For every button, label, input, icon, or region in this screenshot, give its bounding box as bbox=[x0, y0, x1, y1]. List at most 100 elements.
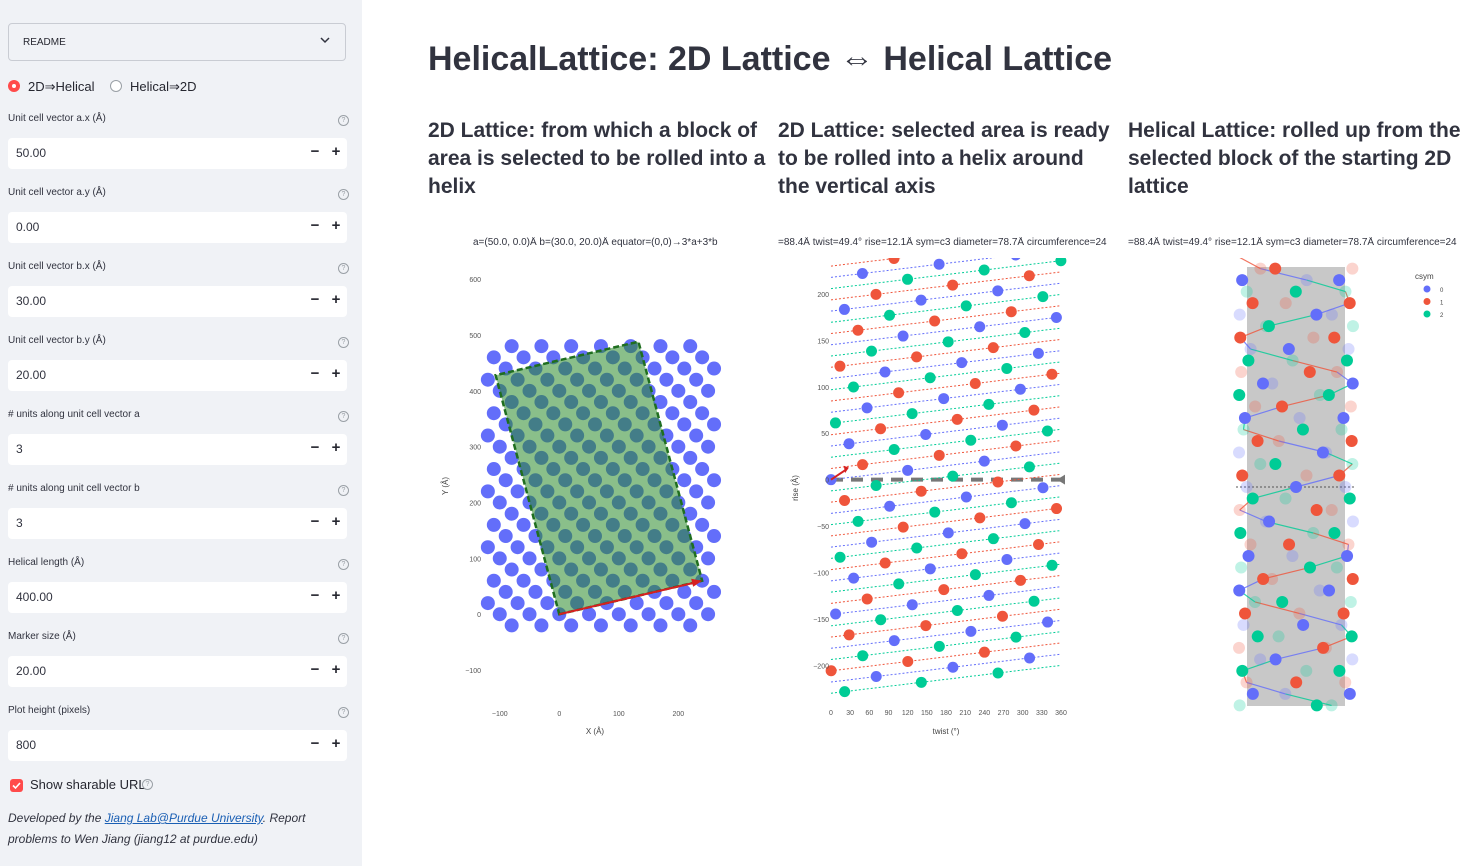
subunit-point bbox=[974, 321, 986, 333]
number-input[interactable]: 400.00 − + bbox=[8, 582, 347, 613]
subunit-point bbox=[1233, 641, 1246, 654]
number-input[interactable]: 20.00 − + bbox=[8, 656, 347, 687]
subunit-point bbox=[1244, 538, 1257, 551]
subunit-point bbox=[1272, 630, 1285, 643]
lattice-point bbox=[647, 361, 662, 376]
lattice-point bbox=[689, 596, 704, 611]
x-tick-label: 180 bbox=[940, 710, 952, 717]
subunit-point bbox=[942, 527, 954, 539]
helix-strand-line bbox=[830, 664, 1062, 694]
subunit-point bbox=[1345, 435, 1358, 448]
help-icon[interactable]: ? bbox=[338, 337, 349, 348]
subunit-point bbox=[933, 449, 945, 461]
legend-title: csym bbox=[1415, 272, 1434, 281]
subunit-point bbox=[915, 485, 927, 497]
number-input[interactable]: 3 − + bbox=[8, 508, 347, 539]
checkmark-icon bbox=[12, 782, 21, 790]
decrement-button[interactable]: − bbox=[308, 291, 322, 308]
number-input[interactable]: 50.00 − + bbox=[8, 138, 347, 169]
increment-button[interactable]: + bbox=[329, 587, 343, 604]
jiang-lab-link[interactable]: Jiang Lab@Purdue University bbox=[105, 811, 263, 825]
subunit-point bbox=[938, 393, 950, 405]
x-tick-label: 30 bbox=[846, 710, 854, 717]
increment-button[interactable]: + bbox=[329, 217, 343, 234]
help-icon[interactable]: ? bbox=[338, 189, 349, 200]
number-input-value[interactable]: 3 bbox=[16, 516, 23, 530]
help-icon[interactable]: ? bbox=[338, 633, 349, 644]
help-icon[interactable]: ? bbox=[338, 411, 349, 422]
lattice-point bbox=[504, 562, 519, 577]
decrement-button[interactable]: − bbox=[308, 587, 322, 604]
decrement-button[interactable]: − bbox=[308, 217, 322, 234]
number-input[interactable]: 30.00 − + bbox=[8, 286, 347, 317]
number-input[interactable]: 800 − + bbox=[8, 730, 347, 761]
subunit-point bbox=[1251, 435, 1264, 448]
number-input[interactable]: 20.00 − + bbox=[8, 360, 347, 391]
help-icon[interactable]: ? bbox=[338, 707, 349, 718]
number-input[interactable]: 0.00 − + bbox=[8, 212, 347, 243]
increment-button[interactable]: + bbox=[329, 365, 343, 382]
lattice-point bbox=[510, 596, 525, 611]
unrolled-lattice-plot[interactable]: 0 30 60 90 120 150 180 210 240 270 300 330 360 −200 −1… bbox=[780, 258, 1110, 748]
subunit-point bbox=[1019, 327, 1031, 339]
x-tick-label: 150 bbox=[921, 710, 933, 717]
increment-button[interactable]: + bbox=[329, 143, 343, 160]
subunit-point bbox=[1346, 320, 1359, 333]
number-input-value[interactable]: 20.00 bbox=[16, 368, 46, 382]
decrement-button[interactable]: − bbox=[308, 365, 322, 382]
increment-button[interactable]: + bbox=[329, 735, 343, 752]
number-input-value[interactable]: 0.00 bbox=[16, 220, 39, 234]
lattice-point bbox=[611, 607, 626, 622]
lattice-point bbox=[659, 596, 674, 611]
x-tick-label: 100 bbox=[613, 711, 625, 718]
subunit-point bbox=[1269, 458, 1282, 471]
decrement-button[interactable]: − bbox=[308, 661, 322, 678]
lattice-point bbox=[593, 618, 608, 633]
decrement-button[interactable]: − bbox=[308, 439, 322, 456]
helix-strand-line bbox=[830, 293, 1062, 323]
subunit-point bbox=[929, 506, 941, 518]
help-icon[interactable]: ? bbox=[338, 263, 349, 274]
subunit-point bbox=[897, 330, 909, 342]
x-tick-label: 330 bbox=[1036, 710, 1048, 717]
help-icon[interactable]: ? bbox=[338, 559, 349, 570]
y-tick-label: −150 bbox=[813, 617, 829, 624]
subunit-point bbox=[1028, 404, 1040, 416]
decrement-button[interactable]: − bbox=[308, 513, 322, 530]
number-input-value[interactable]: 50.00 bbox=[16, 146, 46, 160]
subunit-point bbox=[1286, 549, 1299, 562]
number-input-value[interactable]: 800 bbox=[16, 738, 36, 752]
subunit-point bbox=[974, 512, 986, 524]
help-icon[interactable]: ? bbox=[338, 485, 349, 496]
helix-strand-line bbox=[830, 282, 1062, 312]
subunit-point bbox=[1316, 446, 1329, 459]
help-icon[interactable]: ? bbox=[338, 115, 349, 126]
subunit-point bbox=[1339, 481, 1352, 493]
increment-button[interactable]: + bbox=[329, 291, 343, 308]
lattice-2d-plot[interactable]: −100 0 100 200 −100 0 100 200 300 400 500 600 X (Å) Y… bbox=[430, 258, 750, 748]
increment-button[interactable]: + bbox=[329, 661, 343, 678]
helical-lattice-plot[interactable]: csym 0 1 2 bbox=[1180, 258, 1476, 718]
subunit-point bbox=[829, 417, 841, 429]
help-icon[interactable]: ? bbox=[142, 779, 153, 790]
number-input[interactable]: 3 − + bbox=[8, 434, 347, 465]
decrement-button[interactable]: − bbox=[308, 143, 322, 160]
number-input-value[interactable]: 30.00 bbox=[16, 294, 46, 308]
share-url-checkbox[interactable] bbox=[10, 779, 23, 792]
number-input-value[interactable]: 20.00 bbox=[16, 664, 46, 678]
y-tick-label: −100 bbox=[465, 668, 481, 675]
readme-select[interactable]: README bbox=[8, 23, 346, 61]
increment-button[interactable]: + bbox=[329, 513, 343, 530]
subunit-point bbox=[992, 667, 1004, 679]
increment-button[interactable]: + bbox=[329, 439, 343, 456]
decrement-button[interactable]: − bbox=[308, 735, 322, 752]
subunit-point bbox=[838, 303, 850, 315]
subunit-point bbox=[1279, 297, 1292, 310]
number-input-value[interactable]: 3 bbox=[16, 442, 23, 456]
subunit-point bbox=[1337, 607, 1350, 620]
x-tick-label: 240 bbox=[978, 710, 990, 717]
number-input-value[interactable]: 400.00 bbox=[16, 590, 53, 604]
subunit-point bbox=[1014, 574, 1026, 586]
subunit-point bbox=[866, 536, 878, 548]
subunit-point bbox=[1248, 595, 1261, 608]
